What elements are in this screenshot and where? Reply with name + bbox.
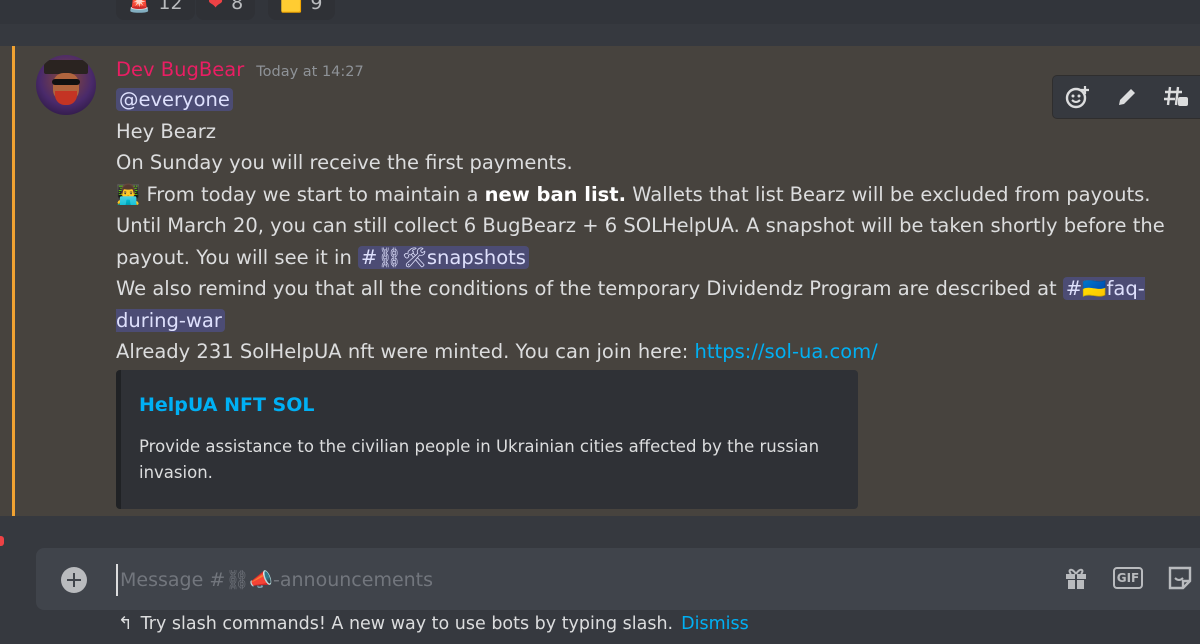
bold-text: new ban list. xyxy=(484,182,627,206)
message-paragraph: We also remind you that all the conditio… xyxy=(116,277,1145,332)
message-input[interactable] xyxy=(116,564,1022,596)
hint-text: Try slash commands! A new way to use bot… xyxy=(140,614,674,634)
upload-plus-icon[interactable] xyxy=(61,567,87,593)
reaction-count: 12 xyxy=(158,0,183,14)
dismiss-link[interactable]: Dismiss xyxy=(681,614,749,634)
add-reaction-icon[interactable] xyxy=(1064,83,1092,111)
previous-message-reactions: 🚨 12 ❤ 8 🟨 9 xyxy=(0,0,1200,24)
everyone-mention[interactable]: @everyone xyxy=(116,88,233,111)
reaction-button[interactable]: 🚨 12 xyxy=(116,0,195,20)
edit-icon[interactable] xyxy=(1113,83,1141,111)
gift-icon[interactable] xyxy=(1060,562,1092,594)
message-line: Hey Bearz xyxy=(116,119,216,143)
unread-indicator xyxy=(0,536,4,546)
reaction-button[interactable]: ❤ 8 xyxy=(196,0,256,20)
author-name[interactable]: Dev BugBear xyxy=(116,56,244,84)
red-stripes-emoji-icon: 🚨 xyxy=(128,0,151,14)
technologist-emoji-icon: 👨‍💻 xyxy=(116,182,141,206)
embed-title[interactable]: HelpUA NFT SOL xyxy=(139,394,314,416)
create-thread-icon[interactable] xyxy=(1162,83,1190,111)
yellow-flag-emoji-icon: 🟨 xyxy=(280,0,303,14)
heart-icon: ❤ xyxy=(208,0,224,14)
corner-arrow-icon: ↰ xyxy=(118,614,133,634)
website-link[interactable]: https://sol-ua.com/ xyxy=(695,340,878,363)
message-actions-toolbar xyxy=(1053,76,1200,118)
sticker-icon[interactable] xyxy=(1164,562,1196,594)
mention-highlight-bar xyxy=(12,46,15,516)
message-line: Already 231 SolHelpUA nft were minted. Y… xyxy=(116,340,878,363)
slash-command-hint: ↰ Try slash commands! A new way to use b… xyxy=(118,614,749,634)
reaction-count: 9 xyxy=(310,0,323,14)
message-item[interactable]: Dev BugBear Today at 14:27 @everyone Hey… xyxy=(0,46,1200,516)
message-paragraph: Until March 20, you can still collect 6 … xyxy=(116,214,1165,269)
reaction-count: 8 xyxy=(231,0,244,14)
reaction-button[interactable]: 🟨 9 xyxy=(268,0,335,20)
message-line: On Sunday you will receive the first pay… xyxy=(116,151,573,174)
message-line: 👨‍💻 From today we start to maintain a ne… xyxy=(116,182,1151,206)
channel-mention-snapshots[interactable]: #⛓🛠snapshots xyxy=(358,245,529,269)
message-gap xyxy=(0,24,1200,46)
link-embed: HelpUA NFT SOL Provide assistance to the… xyxy=(116,370,858,509)
embed-description: Provide assistance to the civilian peopl… xyxy=(139,437,820,482)
gif-button[interactable]: GIF xyxy=(1112,562,1144,594)
message-composer: GIF xyxy=(36,548,1200,610)
avatar[interactable] xyxy=(36,55,96,115)
message-content: Dev BugBear Today at 14:27 @everyone Hey… xyxy=(116,56,1186,368)
timestamp[interactable]: Today at 14:27 xyxy=(256,58,364,86)
